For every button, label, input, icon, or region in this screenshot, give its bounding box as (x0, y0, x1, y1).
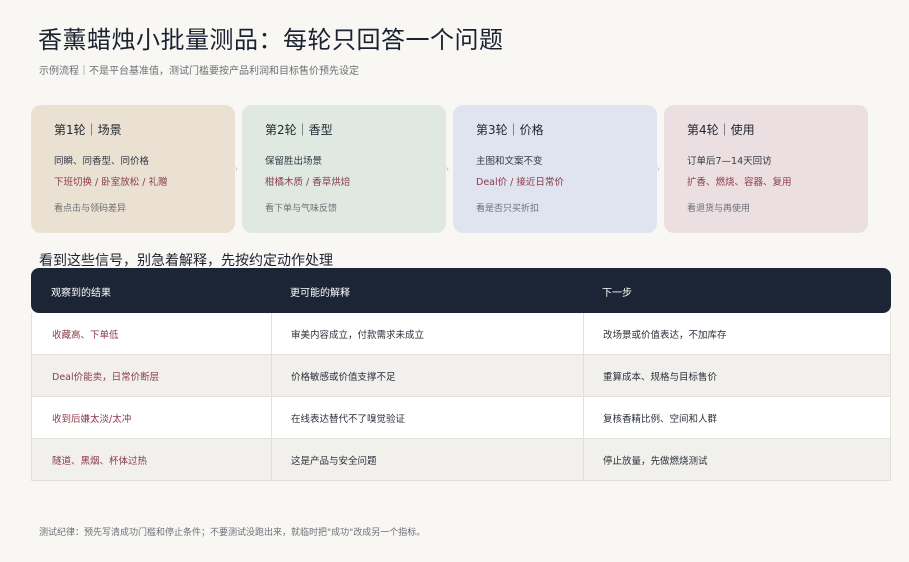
round-condition: 主图和文案不变 (476, 156, 543, 167)
round-metric: 看是否只买折扣 (476, 204, 540, 214)
round-condition: 订单后7—14天回访 (687, 156, 772, 167)
round-variants: Deal价 / 接近日常价 (476, 177, 564, 188)
round-condition: 同瞬、同香型、同价格 (54, 156, 150, 167)
cell-explanation: 审美内容成立，付款需求未成立 (291, 330, 425, 341)
page-title: 香薰蜡烛小批量测品：每轮只回答一个问题 (38, 26, 504, 54)
cell-next-step: 复核香精比例、空间和人群 (603, 414, 718, 425)
cell-result: Deal价能卖，日常价断层 (52, 372, 160, 383)
round-title: 第1轮｜场景 (54, 123, 122, 137)
column-header-next-step: 下一步 (602, 288, 632, 299)
round-metric: 看点击与领码差异 (54, 204, 127, 214)
cell-explanation: 价格敏感或价值支撑不足 (291, 372, 396, 383)
cell-next-step: 改场景或价值表达，不加库存 (603, 330, 727, 341)
round-card-2: 第2轮｜香型 保留胜出场景 柑橘木质 / 香草烘焙 看下单与气味反馈 (242, 105, 446, 233)
table-row: 收到后嫌太淡/太冲 在线表达替代不了嗅觉验证 复核香精比例、空间和人群 (31, 397, 891, 439)
round-card-1: 第1轮｜场景 同瞬、同香型、同价格 下班切换 / 卧室放松 / 礼赠 看点击与领… (31, 105, 235, 233)
cell-result: 收到后嫌太淡/太冲 (52, 414, 132, 425)
footnote: 测试纪律：预先写清成功门槛和停止条件；不要测试没跑出来，就临时把"成功"改成另一… (39, 528, 426, 538)
page-subtitle: 示例流程｜不是平台基准值，测试门槛要按产品利润和目标售价预先设定 (39, 66, 359, 77)
round-card-3: 第3轮｜价格 主图和文案不变 Deal价 / 接近日常价 看是否只买折扣 (453, 105, 657, 233)
round-card-4: 第4轮｜使用 订单后7—14天回访 扩香、燃烧、容器、复用 看退货与再使用 (664, 105, 868, 233)
arrow-right-icon: › (657, 165, 660, 173)
arrow-right-icon: › (235, 165, 238, 173)
round-variants: 下班切换 / 卧室放松 / 礼赠 (54, 177, 168, 188)
round-variants: 扩香、燃烧、容器、复用 (687, 177, 792, 188)
table-row: 收藏高、下单低 审美内容成立，付款需求未成立 改场景或价值表达，不加库存 (31, 313, 891, 355)
cell-next-step: 重算成本、规格与目标售价 (603, 372, 718, 383)
section-heading: 看到这些信号，别急着解释，先按约定动作处理 (39, 253, 333, 269)
round-metric: 看下单与气味反馈 (265, 204, 338, 214)
cell-result: 收藏高、下单低 (52, 330, 119, 341)
table-row: Deal价能卖，日常价断层 价格敏感或价值支撑不足 重算成本、规格与目标售价 (31, 355, 891, 397)
cell-explanation: 这是产品与安全问题 (291, 456, 377, 467)
signals-table: 观察到的结果 更可能的解释 下一步 收藏高、下单低 审美内容成立，付款需求未成立… (31, 268, 891, 481)
cell-explanation: 在线表达替代不了嗅觉验证 (291, 414, 406, 425)
round-title: 第2轮｜香型 (265, 123, 333, 137)
round-title: 第4轮｜使用 (687, 123, 755, 137)
column-header-explanation: 更可能的解释 (290, 288, 350, 299)
cell-next-step: 停止放量，先做燃烧测试 (603, 456, 708, 467)
round-condition: 保留胜出场景 (265, 156, 323, 167)
column-header-result: 观察到的结果 (51, 288, 111, 299)
table-row: 隧道、黑烟、杯体过热 这是产品与安全问题 停止放量，先做燃烧测试 (31, 439, 891, 481)
test-rounds: 第1轮｜场景 同瞬、同香型、同价格 下班切换 / 卧室放松 / 礼赠 看点击与领… (31, 105, 869, 233)
round-metric: 看退货与再使用 (687, 204, 751, 214)
round-variants: 柑橘木质 / 香草烘焙 (265, 177, 351, 188)
table-header: 观察到的结果 更可能的解释 下一步 (31, 268, 891, 313)
cell-result: 隧道、黑烟、杯体过热 (52, 456, 148, 467)
round-title: 第3轮｜价格 (476, 123, 544, 137)
arrow-right-icon: › (446, 165, 449, 173)
